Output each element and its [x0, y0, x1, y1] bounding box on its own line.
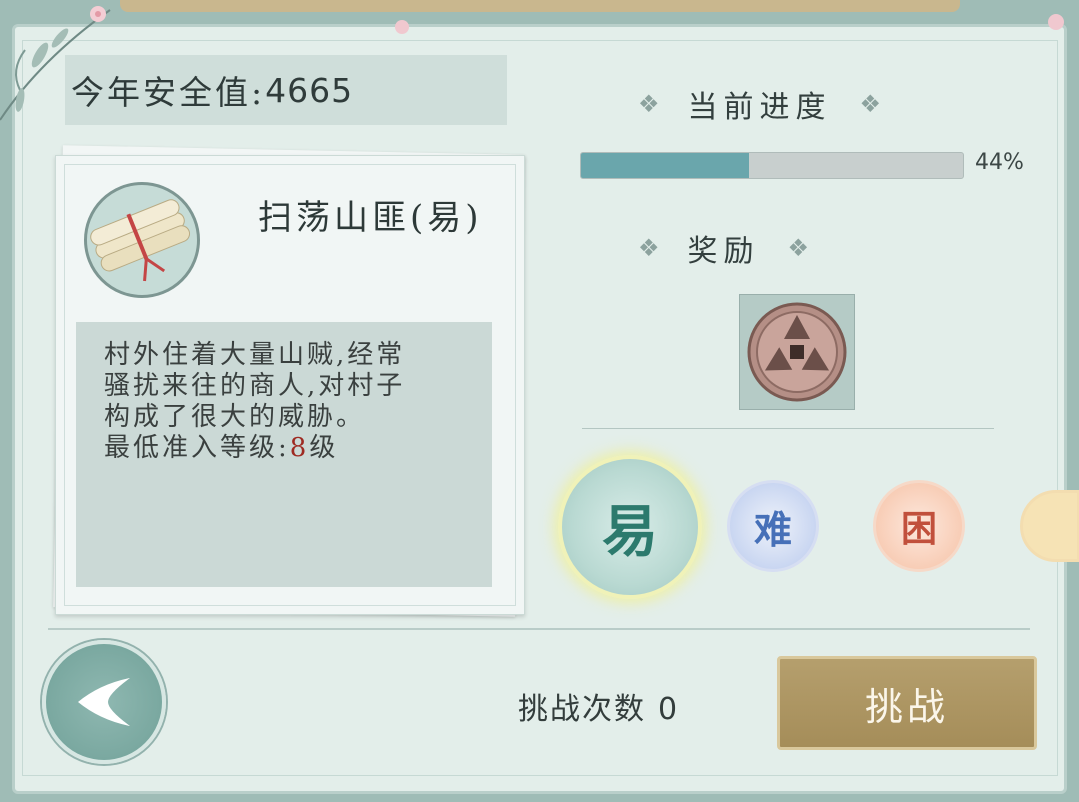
progress-heading: ❖ 当前进度 ❖	[638, 82, 881, 126]
quest-description: 村外住着大量山贼,经常 骚扰来往的商人,对村子 构成了很大的威胁。 最低准入等级…	[76, 322, 492, 587]
difficulty-label: 易	[602, 498, 658, 565]
challenge-button-label: 挑战	[864, 684, 949, 729]
petal-decor	[395, 20, 409, 34]
challenge-count: 挑战次数 0	[518, 684, 679, 728]
challenge-count-value: 0	[658, 692, 680, 727]
coin-icon	[747, 302, 847, 402]
description-line: 骚扰来往的商人,对村子	[104, 371, 406, 401]
top-decor-bar	[120, 0, 960, 12]
back-arrow-icon	[78, 678, 130, 726]
diamond-icon: ❖	[859, 90, 882, 118]
reward-item-slot[interactable]	[739, 294, 855, 410]
footer-divider	[48, 628, 1030, 630]
reward-heading-text: 奖励	[687, 234, 760, 269]
back-button[interactable]	[42, 640, 166, 764]
challenge-count-label: 挑战次数	[518, 692, 646, 727]
challenge-button[interactable]: 挑战	[777, 656, 1037, 750]
difficulty-hard-button[interactable]: 难	[727, 480, 819, 572]
min-level-label: 最低准入等级:	[104, 433, 290, 463]
divider	[582, 428, 994, 429]
min-level-unit: 级	[309, 433, 339, 463]
safety-value: 4665	[265, 70, 354, 110]
petal-decor	[1048, 14, 1064, 30]
scroll-icon	[84, 182, 200, 298]
difficulty-label: 难	[753, 506, 792, 552]
diamond-icon: ❖	[638, 234, 660, 262]
description-line: 构成了很大的威胁。	[104, 402, 366, 432]
diamond-icon: ❖	[638, 90, 660, 118]
difficulty-easy-button[interactable]: 易	[558, 455, 702, 599]
description-line: 村外住着大量山贼,经常	[104, 340, 406, 370]
progress-heading-text: 当前进度	[687, 90, 832, 125]
progress-bar	[580, 152, 964, 179]
reward-heading: ❖ 奖励 ❖	[638, 226, 809, 270]
difficulty-label: 困	[900, 508, 937, 550]
progress-bar-fill	[581, 153, 750, 178]
diamond-icon: ❖	[787, 234, 810, 262]
progress-percent: 44%	[975, 150, 1024, 175]
min-level-line: 最低准入等级:8级	[104, 433, 472, 464]
min-level-value: 8	[289, 433, 310, 463]
quest-title: 扫荡山匪(易)	[258, 198, 483, 238]
safety-value-panel: 今年安全值: 4665	[65, 55, 507, 125]
difficulty-nightmare-button[interactable]: 困	[873, 480, 965, 572]
safety-label: 今年安全值:	[71, 73, 266, 112]
